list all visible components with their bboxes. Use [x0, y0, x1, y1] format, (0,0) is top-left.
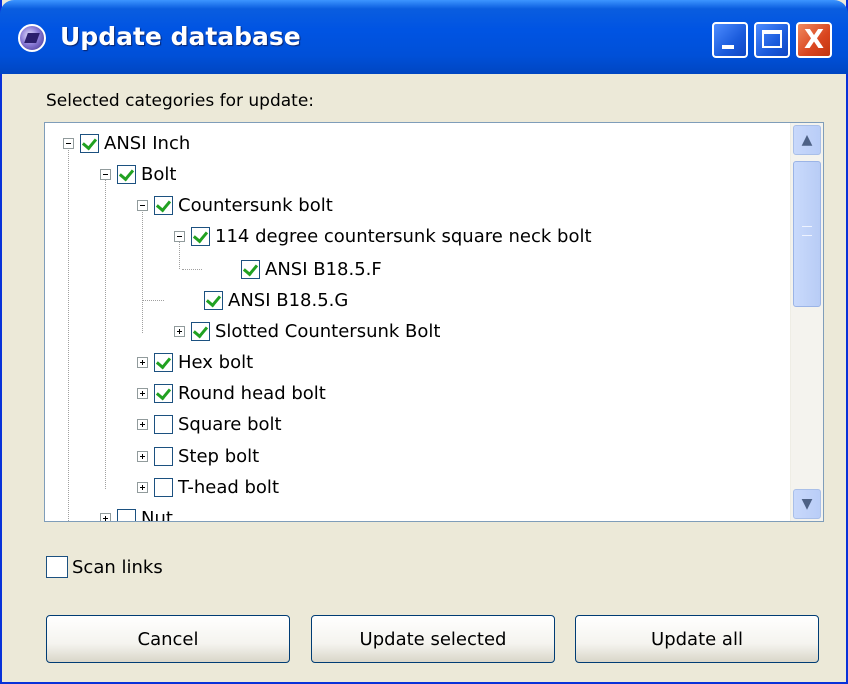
minimize-button[interactable] — [712, 22, 748, 58]
tree-node-label: Nut — [141, 507, 173, 522]
checkbox[interactable] — [117, 508, 136, 521]
chevron-up-icon: ▲ — [801, 132, 813, 148]
checkbox[interactable] — [204, 290, 223, 310]
checkbox[interactable] — [154, 446, 173, 466]
scroll-up-button[interactable]: ▲ — [793, 125, 821, 155]
checkbox[interactable] — [154, 477, 173, 497]
checkbox[interactable] — [191, 226, 210, 246]
tree-node-round-head-bolt[interactable]: Round head bolt — [137, 380, 326, 406]
tree-node-label: ANSI B18.5.G — [228, 289, 349, 311]
tree-node-114-degree[interactable]: 114 degree countersunk square neck bolt — [174, 223, 592, 249]
scan-links-label: Scan links — [72, 556, 163, 578]
check-icon — [155, 353, 172, 369]
maximize-button[interactable] — [754, 22, 790, 58]
collapse-icon[interactable] — [137, 199, 148, 211]
expand-icon[interactable] — [100, 512, 111, 521]
check-icon — [192, 227, 209, 243]
tree-line — [68, 143, 69, 521]
checkbox[interactable] — [154, 195, 173, 215]
cancel-button[interactable]: Cancel — [46, 615, 290, 663]
tree-node-label: ANSI B18.5.F — [265, 258, 382, 280]
check-icon — [242, 260, 259, 276]
checkbox[interactable] — [117, 164, 136, 184]
tree-node-countersunk-bolt[interactable]: Countersunk bolt — [137, 192, 333, 218]
check-icon — [155, 384, 172, 400]
check-icon — [118, 165, 135, 181]
scroll-down-button[interactable]: ▼ — [793, 489, 821, 519]
close-button[interactable]: X — [796, 22, 832, 58]
scroll-thumb[interactable] — [793, 161, 821, 307]
tree-node-label: T-head bolt — [178, 476, 279, 498]
checkbox[interactable] — [154, 414, 173, 434]
minimize-icon — [722, 45, 734, 49]
tree-line — [182, 269, 202, 270]
close-icon: X — [803, 25, 825, 55]
update-database-dialog: Update database X Selected categories fo… — [0, 0, 848, 684]
expand-icon[interactable] — [137, 418, 148, 430]
update-selected-button[interactable]: Update selected — [311, 615, 555, 663]
categories-label: Selected categories for update: — [46, 91, 315, 111]
tree-node-step-bolt[interactable]: Step bolt — [137, 443, 259, 469]
expand-icon[interactable] — [137, 356, 148, 368]
checkbox[interactable] — [154, 352, 173, 372]
tree-node-label: Square bolt — [178, 413, 282, 435]
tree-node-label: Round head bolt — [178, 382, 326, 404]
checkbox[interactable] — [191, 321, 210, 341]
tree-node-nut[interactable]: Nut — [100, 505, 173, 521]
tree-node-label: Countersunk bolt — [178, 194, 333, 216]
check-icon — [155, 196, 172, 212]
scan-links-checkbox[interactable] — [46, 556, 68, 578]
tree-node-label: Slotted Countersunk Bolt — [215, 320, 441, 342]
categories-tree[interactable]: ANSI Inch Bolt Countersunk bolt 114 degr… — [44, 122, 824, 522]
tree-node-ansi-b18-5-g[interactable]: ANSI B18.5.G — [204, 287, 348, 313]
tree-node-label: Step bolt — [178, 445, 260, 467]
tree-node-bolt[interactable]: Bolt — [100, 161, 176, 187]
expand-icon[interactable] — [137, 450, 148, 462]
title-bar[interactable]: Update database X — [0, 0, 848, 74]
checkbox[interactable] — [80, 133, 99, 153]
checkbox[interactable] — [154, 383, 173, 403]
tree-node-ansi-inch[interactable]: ANSI Inch — [63, 130, 190, 156]
vertical-scrollbar[interactable]: ▲ ▼ — [790, 123, 823, 521]
check-icon — [205, 291, 222, 307]
expand-icon[interactable] — [137, 481, 148, 493]
tree-node-hex-bolt[interactable]: Hex bolt — [137, 349, 253, 375]
tree-node-label: 114 degree countersunk square neck bolt — [215, 225, 592, 247]
tree-line — [142, 300, 164, 301]
chevron-down-icon: ▼ — [801, 496, 813, 512]
tree-node-label: ANSI Inch — [104, 132, 191, 154]
tree-node-square-bolt[interactable]: Square bolt — [137, 411, 282, 437]
tree-content: ANSI Inch Bolt Countersunk bolt 114 degr… — [45, 123, 790, 521]
scan-links-option[interactable]: Scan links — [46, 556, 163, 578]
tree-line — [105, 174, 106, 489]
expand-icon[interactable] — [174, 325, 185, 337]
tree-node-ansi-b18-5-f[interactable]: ANSI B18.5.F — [241, 256, 382, 282]
check-icon — [81, 134, 98, 150]
tree-node-t-head-bolt[interactable]: T-head bolt — [137, 474, 279, 500]
grip-icon — [802, 226, 812, 236]
tree-node-label: Hex bolt — [178, 351, 254, 373]
update-all-button[interactable]: Update all — [575, 615, 819, 663]
check-icon — [192, 322, 209, 338]
tree-line — [142, 205, 143, 333]
collapse-icon[interactable] — [100, 168, 111, 180]
window-title: Update database — [60, 22, 301, 51]
tree-node-slotted-countersunk[interactable]: Slotted Countersunk Bolt — [174, 318, 440, 344]
expand-icon[interactable] — [137, 387, 148, 399]
app-database-icon — [18, 24, 46, 52]
tree-node-label: Bolt — [141, 163, 177, 185]
collapse-icon[interactable] — [174, 230, 185, 242]
checkbox[interactable] — [241, 259, 260, 279]
collapse-icon[interactable] — [63, 137, 74, 149]
maximize-icon — [762, 30, 782, 48]
